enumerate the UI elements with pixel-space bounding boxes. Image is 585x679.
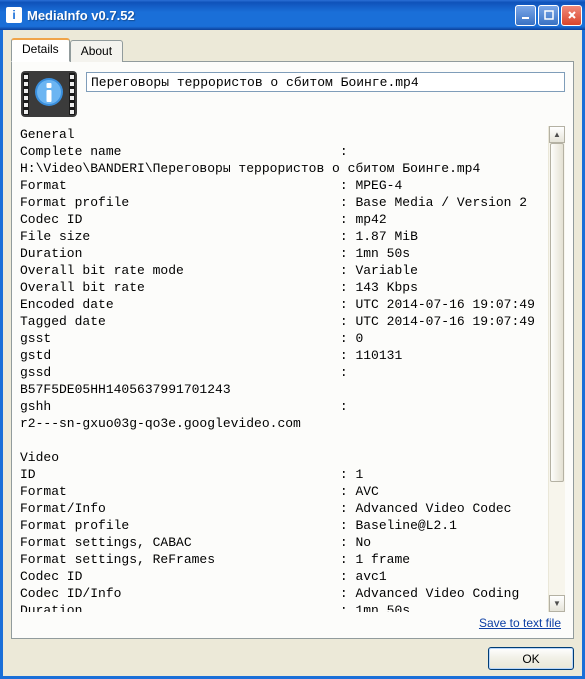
link-row: Save to text file [20, 612, 565, 630]
close-button[interactable] [561, 5, 582, 26]
maximize-button[interactable] [538, 5, 559, 26]
tab-about[interactable]: About [70, 40, 123, 62]
title-bar: i MediaInfo v0.7.52 [0, 0, 585, 30]
filename-input[interactable] [86, 72, 565, 92]
save-to-text-link[interactable]: Save to text file [479, 616, 561, 630]
info-area: General Complete name : H:\Video\BANDERI… [20, 126, 565, 612]
minimize-button[interactable] [515, 5, 536, 26]
mediainfo-icon [20, 70, 78, 118]
info-text: General Complete name : H:\Video\BANDERI… [20, 126, 548, 612]
ok-button[interactable]: OK [488, 647, 574, 670]
file-row [20, 70, 565, 118]
tab-strip: Details About [11, 38, 574, 62]
scroll-down-button[interactable]: ▼ [549, 595, 565, 612]
app-icon: i [6, 7, 22, 23]
vertical-scrollbar[interactable]: ▲ ▼ [548, 126, 565, 612]
window-controls [515, 5, 582, 26]
scroll-track[interactable] [549, 143, 565, 595]
window-title: MediaInfo v0.7.52 [27, 8, 515, 23]
client-area: Details About General Comple [0, 30, 585, 679]
tab-panel: General Complete name : H:\Video\BANDERI… [11, 61, 574, 639]
button-row: OK [11, 639, 574, 670]
scroll-thumb[interactable] [550, 143, 564, 482]
scroll-up-button[interactable]: ▲ [549, 126, 565, 143]
tab-details[interactable]: Details [11, 38, 70, 62]
